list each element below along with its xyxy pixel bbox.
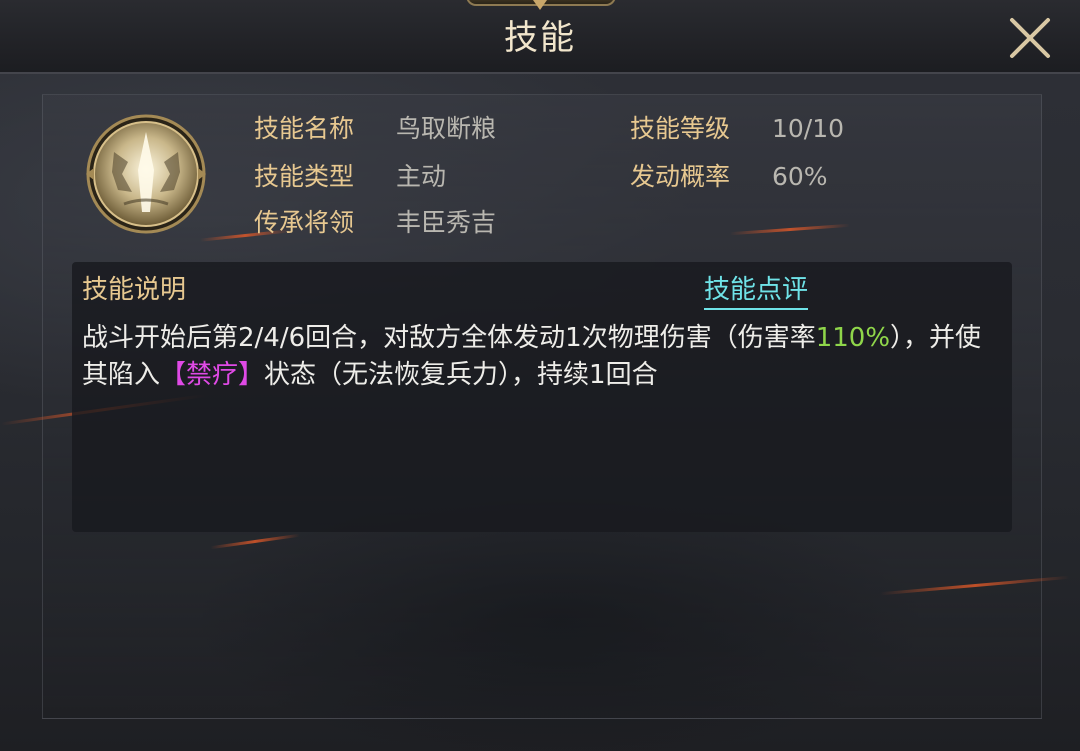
damage-rate-value: 110% [815, 323, 891, 353]
skill-name-value: 鸟取断粮 [396, 114, 497, 143]
skill-level-label: 技能等级 [630, 114, 731, 143]
skill-level-value: 10/10 [772, 114, 845, 143]
trigger-chance-row: 发动概率 [630, 160, 730, 194]
skill-emblem-icon [86, 114, 206, 234]
inherit-general-value: 丰臣秀吉 [396, 208, 497, 237]
description-box [72, 262, 1012, 532]
skill-type-label: 技能类型 [254, 162, 355, 191]
skill-type-row: 技能类型 [254, 160, 354, 194]
page-title: 技能 [504, 18, 576, 58]
inherit-general-value-wrap: 丰臣秀吉 [396, 206, 496, 240]
close-button[interactable] [1004, 12, 1056, 64]
trigger-chance-label: 发动概率 [630, 162, 731, 191]
inherit-general-label: 传承将领 [254, 208, 355, 237]
skill-icon [84, 112, 208, 236]
skill-name-row: 技能名称 [254, 112, 354, 146]
description-text: 战斗开始后第2/4/6回合，对敌方全体发动1次物理伤害（伤害率110%），并使其… [82, 320, 992, 394]
skill-type-value-wrap: 主动 [396, 160, 446, 194]
trigger-chance-value-wrap: 60% [772, 160, 828, 194]
skill-review-link[interactable]: 技能点评 [704, 272, 809, 310]
skill-name-label: 技能名称 [254, 114, 355, 143]
description-title: 技能说明 [82, 275, 187, 305]
trigger-chance-value: 60% [772, 162, 828, 191]
inherit-general-row: 传承将领 [254, 206, 354, 240]
skill-name-value-wrap: 鸟取断粮 [396, 112, 496, 146]
skill-type-value: 主动 [396, 162, 447, 191]
title-bar: 技能 [0, 0, 1080, 74]
skill-level-value-wrap: 10/10 [772, 112, 844, 146]
status-keyword: 【禁疗】 [160, 360, 265, 390]
description-part3: 状态（无法恢复兵力），持续1回合 [264, 360, 658, 390]
description-part1: 战斗开始后第2/4/6回合，对敌方全体发动1次物理伤害（伤害率 [82, 323, 816, 353]
skill-level-row: 技能等级 [630, 112, 730, 146]
close-icon [1010, 18, 1050, 58]
